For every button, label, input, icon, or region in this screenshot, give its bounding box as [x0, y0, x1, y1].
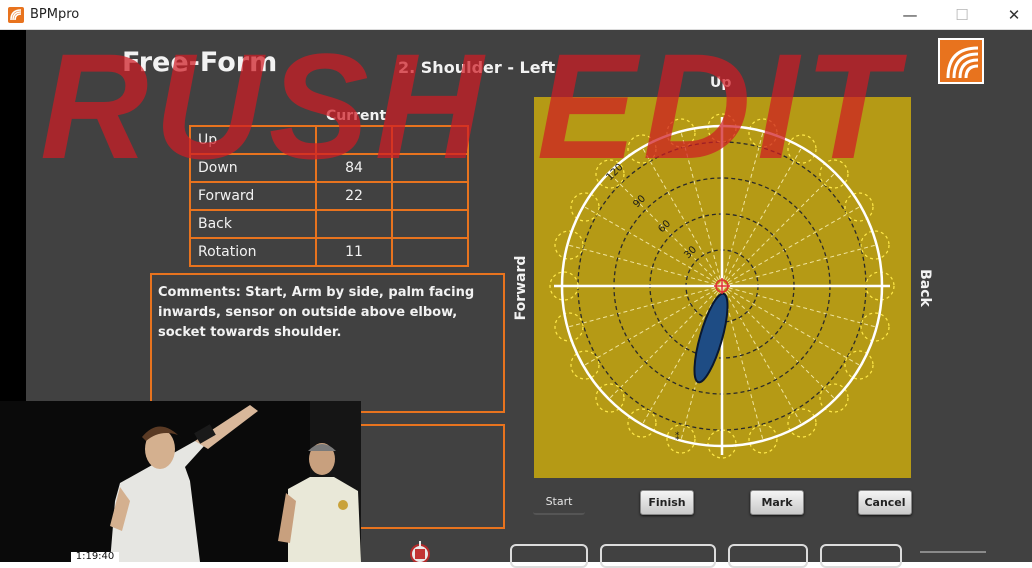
row-current-value: 22: [315, 181, 393, 211]
row-current-value: [315, 209, 393, 239]
table-row: Rotation 11: [189, 237, 469, 267]
app-window: BPMpro — ☐ ✕ Free-Form 2. Shoulder - Lef…: [0, 0, 1032, 568]
row-extra-cell: [391, 237, 469, 267]
axis-label-forward: Forward: [513, 255, 529, 321]
video-timestamp: 1:19:40: [71, 552, 119, 564]
row-label: Rotation: [189, 237, 317, 267]
current-column-header: Current: [326, 108, 387, 124]
window-title: BPMpro: [30, 7, 80, 22]
row-extra-cell: [391, 153, 469, 183]
marker-glyph: ⁑: [675, 431, 680, 443]
bpmpro-brand-icon: [938, 38, 984, 84]
bottom-toolbar-button-2[interactable]: [600, 544, 716, 568]
table-row: Forward 22: [189, 181, 469, 211]
row-label: Back: [189, 209, 317, 239]
bottom-toolbar-button-1[interactable]: [510, 544, 588, 568]
axis-label-back: Back: [917, 269, 933, 307]
bottom-toolbar-button-4[interactable]: [820, 544, 902, 568]
table-row: Down 84: [189, 153, 469, 183]
minimize-button[interactable]: —: [890, 4, 930, 26]
table-row: Back: [189, 209, 469, 239]
table-row: Up: [189, 125, 469, 155]
page-subtitle: 2. Shoulder - Left: [398, 58, 556, 77]
range-of-motion-table: Up Down 84 Forward 22 Back Rotation 11: [189, 125, 469, 267]
page-title: Free-Form: [122, 47, 278, 78]
bottom-toolbar-button-3[interactable]: [728, 544, 808, 568]
close-button[interactable]: ✕: [994, 4, 1032, 26]
comments-box[interactable]: Comments: Start, Arm by side, palm facin…: [150, 273, 505, 413]
comments-text: Comments: Start, Arm by side, palm facin…: [158, 285, 475, 340]
title-bar: BPMpro — ☐ ✕: [0, 0, 1032, 30]
finish-button[interactable]: Finish: [640, 490, 694, 515]
row-label: Down: [189, 153, 317, 183]
row-extra-cell: [391, 181, 469, 211]
start-button[interactable]: Start: [533, 490, 585, 515]
row-current-value: 11: [315, 237, 393, 267]
maximize-button[interactable]: ☐: [942, 4, 982, 26]
record-target-icon[interactable]: [404, 540, 436, 562]
toolbar-divider: [920, 551, 986, 553]
webcam-video-overlay: [0, 401, 361, 562]
row-label: Up: [189, 125, 317, 155]
row-label: Forward: [189, 181, 317, 211]
bpmpro-logo-icon: [8, 7, 24, 23]
secondary-notes-box[interactable]: [358, 424, 505, 529]
cancel-button[interactable]: Cancel: [858, 490, 912, 515]
row-current-value: 84: [315, 153, 393, 183]
axis-label-up: Up: [710, 75, 732, 91]
row-current-value: [315, 125, 393, 155]
mark-button[interactable]: Mark: [750, 490, 804, 515]
polar-motion-chart: 30 60 90 120 ⁑: [534, 97, 911, 478]
row-extra-cell: [391, 209, 469, 239]
row-extra-cell: [391, 125, 469, 155]
